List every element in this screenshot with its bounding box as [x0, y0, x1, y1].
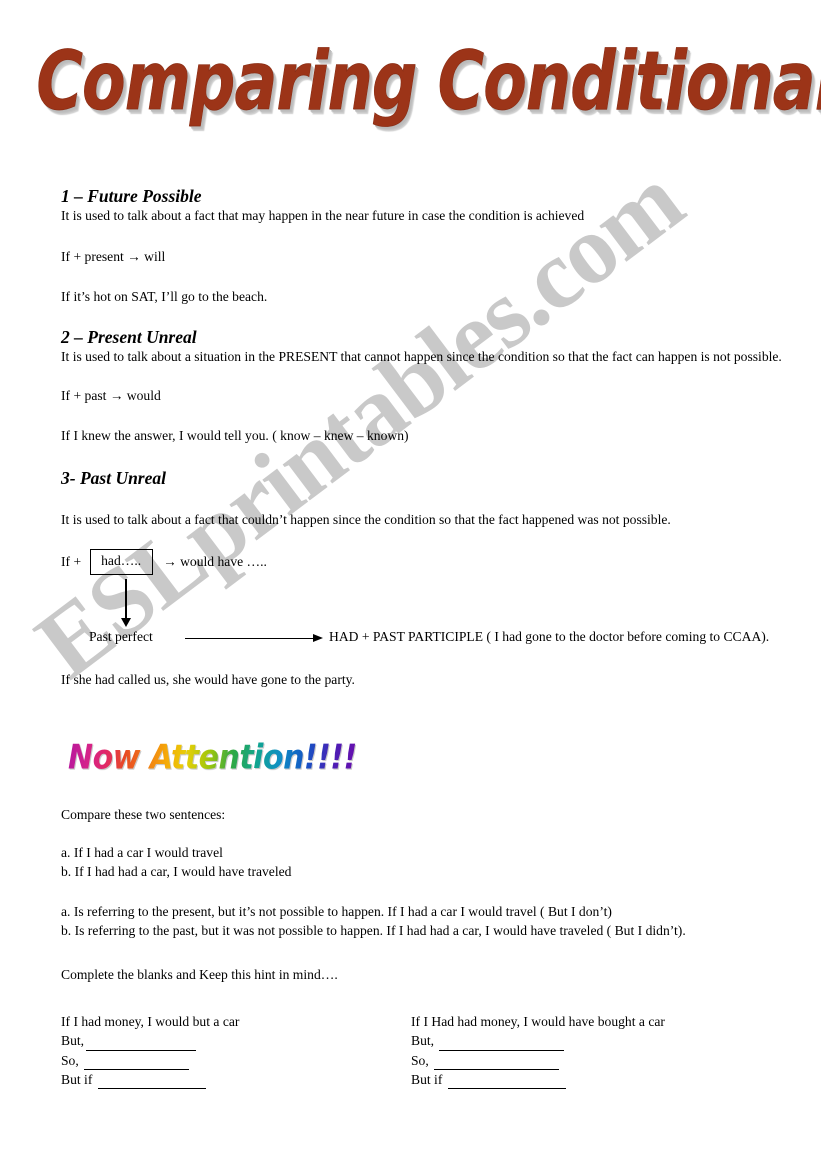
left-but-label: But, — [61, 1033, 85, 1049]
right-but-if-blank[interactable] — [447, 1075, 566, 1090]
worksheet-body: 1 – Future Possible It is used to talk a… — [61, 186, 809, 690]
worksheet-page: Comparing Conditionals 1 – Future Possib… — [0, 0, 821, 1169]
section-1-description: It is used to talk about a fact that may… — [61, 208, 585, 224]
left-but-if-row: But if — [61, 1070, 406, 1090]
compare-block: Compare these two sentences: a. If I had… — [61, 806, 809, 985]
right-but-blank[interactable] — [439, 1037, 565, 1051]
right-prompt: If I Had had money, I would have bought … — [411, 1014, 665, 1029]
section-2-example: If I knew the answer, I would tell you. … — [61, 428, 409, 444]
left-but-blank[interactable] — [86, 1037, 197, 1051]
right-but-if-label: But if — [411, 1071, 446, 1087]
left-prompt: If I had money, I would but a car — [61, 1014, 240, 1029]
attention-banner-container: Now Attention!!!! — [68, 737, 357, 778]
right-but-if-row: But if — [411, 1070, 756, 1090]
section-3-heading: 3- Past Unreal — [61, 467, 166, 488]
compare-explain-a: a. Is referring to the present, but it’s… — [61, 904, 612, 920]
exercise-column-right: If I Had had money, I would have bought … — [411, 1012, 756, 1090]
past-perfect-diagram: Past perfect HAD + PAST PARTICIPLE ( I h… — [61, 579, 809, 653]
right-so-row: So, — [411, 1051, 756, 1070]
compare-sentence-b: b. If I had had a car, I would have trav… — [61, 863, 292, 879]
right-so-blank[interactable] — [434, 1056, 560, 1070]
section-2-description: It is used to talk about a situation in … — [61, 349, 782, 365]
right-so-label: So, — [411, 1052, 433, 1068]
would-have-label: → would have ….. — [163, 554, 267, 570]
if-label: If + — [61, 554, 82, 570]
section-3-example: If she had called us, she would have gon… — [61, 672, 355, 688]
section-3-description: It is used to talk about a fact that cou… — [61, 511, 671, 527]
compare-instruction: Complete the blanks and Keep this hint i… — [61, 967, 338, 983]
exercise-column-left: If I had money, I would but a car But, S… — [61, 1012, 406, 1090]
had-box: had….. — [90, 549, 154, 576]
left-so-label: So, — [61, 1052, 83, 1068]
left-so-row: So, — [61, 1051, 406, 1070]
arrow-down-icon — [121, 579, 131, 628]
section-1-formula: If + present → will — [61, 248, 166, 264]
left-but-if-blank[interactable] — [97, 1075, 206, 1090]
right-but-row: But, — [411, 1031, 756, 1051]
section-2-heading: 2 – Present Unreal — [61, 326, 197, 347]
page-title: Comparing Conditionals — [36, 34, 821, 130]
arrow-right-icon — [185, 633, 323, 642]
left-but-if-label: But if — [61, 1071, 96, 1087]
right-but-label: But, — [411, 1033, 438, 1049]
compare-explain-b: b. Is referring to the past, but it was … — [61, 922, 686, 938]
attention-banner: Now Attention!!!! — [68, 737, 357, 778]
past-perfect-label: Past perfect — [89, 629, 153, 645]
exercise-block: If I had money, I would but a car But, S… — [61, 1012, 811, 1090]
past-participle-text: HAD + PAST PARTICIPLE ( I had gone to th… — [329, 629, 770, 645]
past-unreal-formula-row: If + had….. → would have ….. — [61, 543, 809, 581]
section-1-example: If it’s hot on SAT, I’ll go to the beach… — [61, 289, 268, 305]
compare-sentence-a: a. If I had a car I would travel — [61, 845, 223, 861]
page-title-container: Comparing Conditionals — [0, 41, 821, 123]
left-but-row: But, — [61, 1031, 406, 1051]
section-2-formula: If + past → would — [61, 387, 161, 403]
compare-prompt: Compare these two sentences: — [61, 807, 226, 822]
left-so-blank[interactable] — [84, 1056, 190, 1070]
section-1-heading: 1 – Future Possible — [61, 186, 202, 206]
